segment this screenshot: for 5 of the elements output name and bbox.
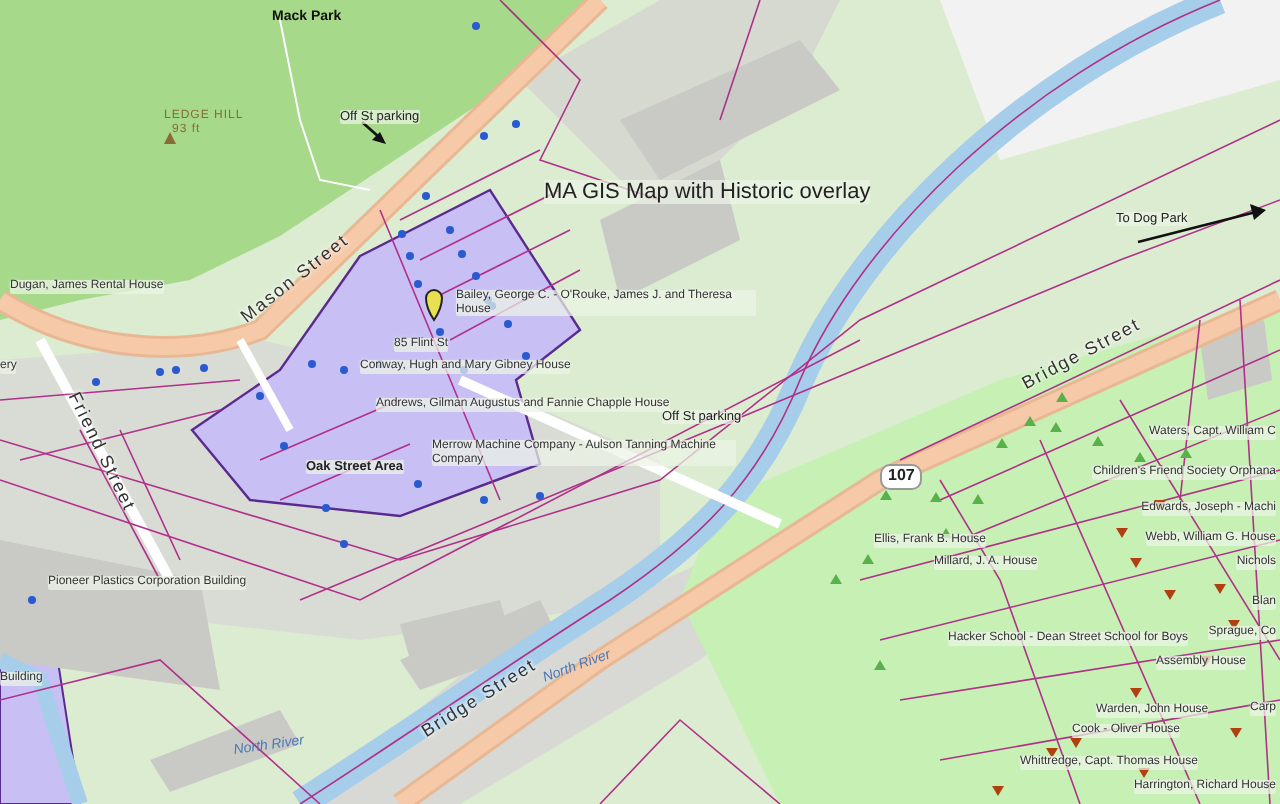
route-shield: 107 [880,464,923,490]
map-title: MA GIS Map with Historic overlay [544,180,871,205]
map-pin-icon[interactable] [425,289,443,321]
arrow-icon [1137,204,1266,244]
arrow-icon [361,121,386,144]
